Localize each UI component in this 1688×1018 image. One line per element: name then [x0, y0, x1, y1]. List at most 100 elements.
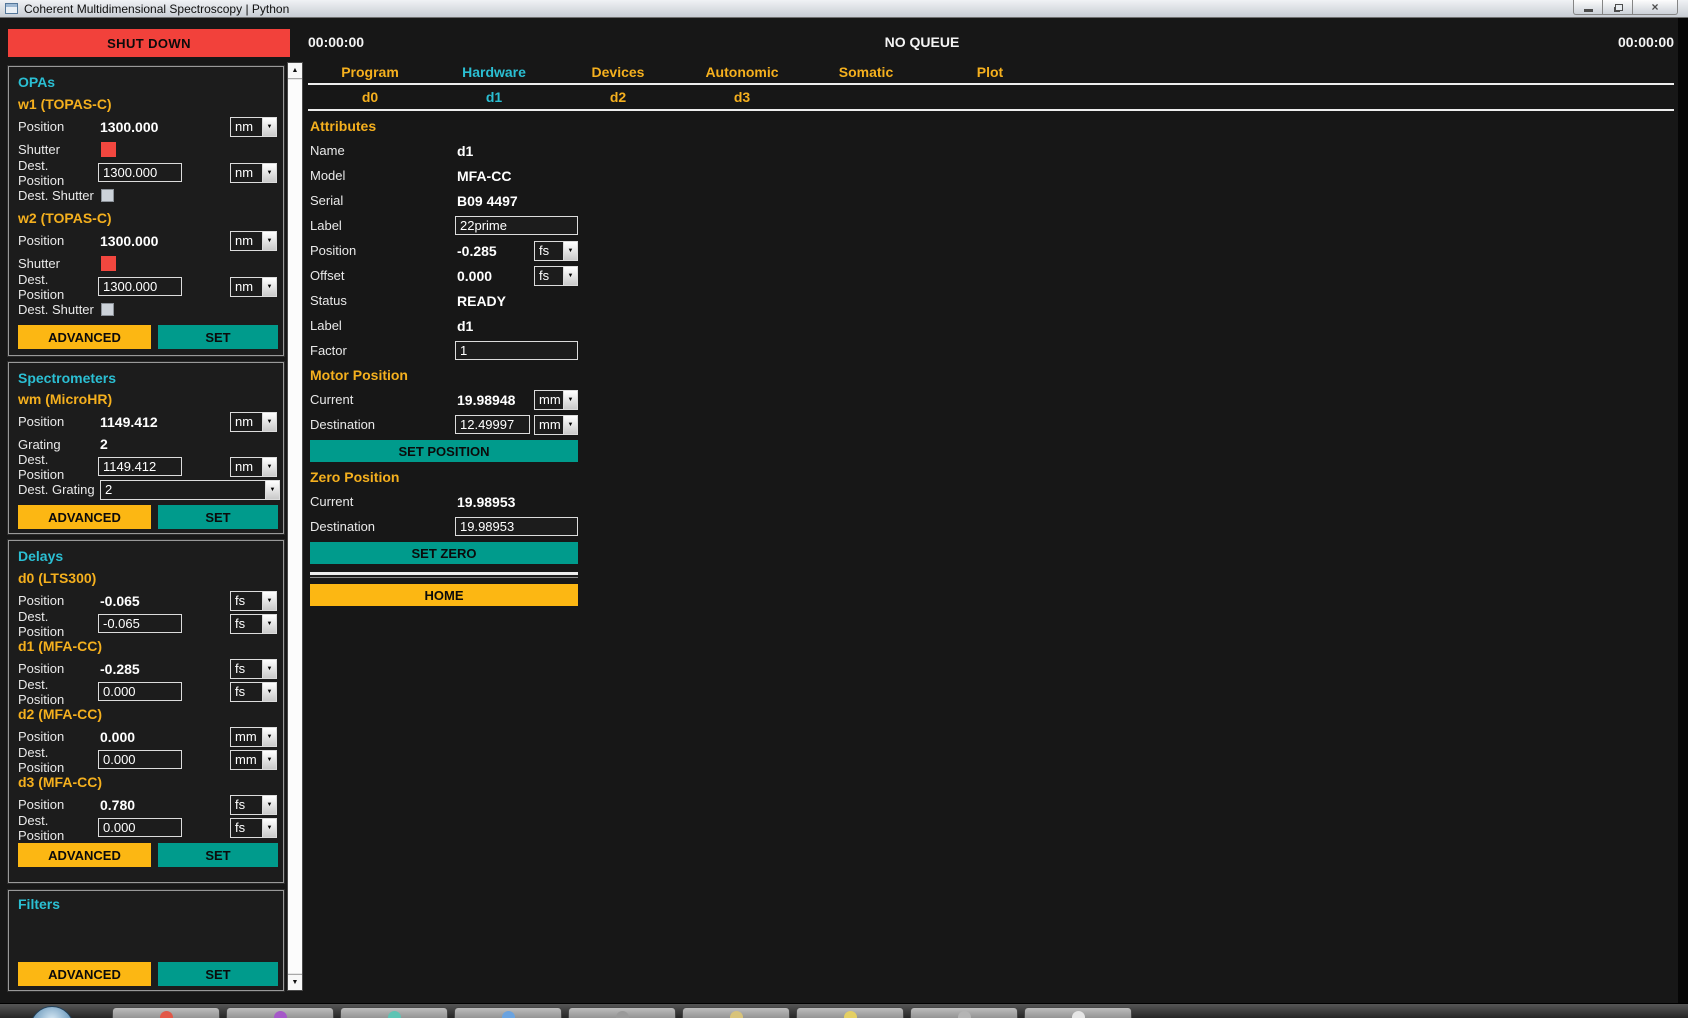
w1-dest-position-input[interactable]	[98, 163, 182, 182]
device-name-d2: d2 (MFA-CC)	[18, 703, 280, 725]
taskbar-button-2[interactable]	[226, 1007, 334, 1018]
delays-button-row: ADVANCED SET	[18, 843, 280, 867]
dest-position-label: Dest. Position	[18, 813, 98, 843]
dropdown-arrow-icon	[262, 592, 276, 610]
tab-devices[interactable]: Devices	[556, 62, 680, 83]
d0-dest-position-input[interactable]	[98, 614, 182, 633]
set-position-button[interactable]: SET POSITION	[310, 440, 578, 462]
model-label: Model	[310, 168, 455, 183]
wm-position-units-select[interactable]: nm	[230, 412, 277, 432]
tab-autonomic[interactable]: Autonomic	[680, 62, 804, 83]
motor-current-units-select[interactable]: mm	[534, 390, 578, 410]
taskbar-button-7[interactable]	[796, 1007, 904, 1018]
factor-input[interactable]	[455, 341, 578, 360]
label-input[interactable]	[455, 216, 578, 235]
opas-set-button[interactable]: SET	[158, 325, 278, 349]
delays-panel: Delays d0 (LTS300) Position -0.065 fs De…	[8, 540, 284, 883]
shut-down-button[interactable]: SHUT DOWN	[8, 29, 290, 57]
d1-position-units-select[interactable]: fs	[230, 659, 277, 679]
taskbar-button-4[interactable]	[454, 1007, 562, 1018]
taskbar-button-1[interactable]	[112, 1007, 220, 1018]
tab-plot[interactable]: Plot	[928, 62, 1052, 83]
d0-dest-units-select[interactable]: fs	[230, 614, 277, 634]
opas-advanced-button[interactable]: ADVANCED	[18, 325, 151, 349]
dropdown-arrow-icon	[262, 413, 276, 431]
d1-dest-position-input[interactable]	[98, 682, 182, 701]
minimize-button[interactable]	[1573, 0, 1603, 15]
filters-advanced-button[interactable]: ADVANCED	[18, 962, 151, 986]
filters-set-button[interactable]: SET	[158, 962, 278, 986]
spectrometers-set-button[interactable]: SET	[158, 505, 278, 529]
taskbar-button-5[interactable]	[568, 1007, 676, 1018]
spectrometers-panel-title: Spectrometers	[18, 367, 280, 389]
motor-destination-units-select[interactable]: mm	[534, 415, 578, 435]
dest-shutter-label: Dest. Shutter	[18, 302, 98, 317]
w2-position-units-value: nm	[231, 232, 262, 250]
grating-label: Grating	[18, 437, 98, 452]
window-titlebar: Coherent Multidimensional Spectroscopy |…	[0, 0, 1688, 18]
d2-position-units-select[interactable]: mm	[230, 727, 277, 747]
scroll-down-icon[interactable]	[288, 974, 302, 990]
w2-dest-shutter-row: Dest. Shutter	[18, 298, 280, 321]
status-value: READY	[455, 293, 506, 309]
w2-dest-units-select[interactable]: nm	[230, 277, 277, 297]
current-label: Current	[310, 494, 455, 509]
w2-dest-position-input[interactable]	[98, 277, 182, 296]
label2-value: d1	[455, 318, 473, 334]
dropdown-arrow-icon	[265, 481, 279, 499]
factor-label: Factor	[310, 343, 455, 358]
zero-destination-input[interactable]	[455, 517, 578, 536]
restore-button[interactable]	[1603, 0, 1633, 15]
d2-dest-units-select[interactable]: mm	[230, 750, 277, 770]
taskbar-button-8[interactable]	[910, 1007, 1018, 1018]
d1-dest-units-select[interactable]: fs	[230, 682, 277, 702]
d3-dest-position-input[interactable]	[98, 818, 182, 837]
tab-somatic[interactable]: Somatic	[804, 62, 928, 83]
d3-dest-units-select[interactable]: fs	[230, 818, 277, 838]
tab-program[interactable]: Program	[308, 62, 432, 83]
close-button[interactable]: ×	[1633, 0, 1678, 15]
taskbar-button-6[interactable]	[682, 1007, 790, 1018]
zero-destination-row: Destination	[310, 514, 578, 539]
w1-position-units-select[interactable]: nm	[230, 117, 277, 137]
scrollbar-thumb[interactable]	[288, 80, 302, 973]
position-units-select[interactable]: fs	[534, 241, 578, 261]
app-icon	[844, 1011, 857, 1018]
dest-shutter-label: Dest. Shutter	[18, 188, 98, 203]
subtab-d3[interactable]: d3	[680, 87, 804, 108]
motor-destination-input[interactable]	[455, 415, 530, 434]
hardware-subtab-bar: d0 d1 d2 d3	[308, 87, 804, 108]
taskbar-button-3[interactable]	[340, 1007, 448, 1018]
offset-units-select[interactable]: fs	[534, 266, 578, 286]
dropdown-arrow-icon	[262, 660, 276, 678]
start-menu-icon[interactable]	[30, 1006, 74, 1018]
subtab-d1[interactable]: d1	[432, 87, 556, 108]
w2-position-units-select[interactable]: nm	[230, 231, 277, 251]
filters-panel-title: Filters	[18, 895, 280, 914]
delays-set-button[interactable]: SET	[158, 843, 278, 867]
wm-dest-grating-select[interactable]: 2	[100, 480, 280, 500]
w1-dest-shutter-checkbox[interactable]	[101, 189, 114, 202]
wm-dest-position-input[interactable]	[98, 457, 182, 476]
dropdown-arrow-icon	[262, 751, 276, 769]
d3-position-units-select[interactable]: fs	[230, 795, 277, 815]
sidebar-scrollbar[interactable]	[287, 62, 303, 991]
delays-advanced-button[interactable]: ADVANCED	[18, 843, 151, 867]
w2-dest-shutter-checkbox[interactable]	[101, 303, 114, 316]
w1-dest-units-select[interactable]: nm	[230, 163, 277, 183]
motor-current-units-value: mm	[535, 391, 563, 409]
subtab-d0[interactable]: d0	[308, 87, 432, 108]
tab-hardware[interactable]: Hardware	[432, 62, 556, 83]
scroll-up-icon[interactable]	[288, 63, 302, 79]
home-button[interactable]: HOME	[310, 584, 578, 606]
filters-spacer	[18, 914, 280, 958]
spectrometers-advanced-button[interactable]: ADVANCED	[18, 505, 151, 529]
set-zero-button[interactable]: SET ZERO	[310, 542, 578, 564]
taskbar-button-9[interactable]	[1024, 1007, 1132, 1018]
dropdown-arrow-icon	[262, 683, 276, 701]
d0-position-units-select[interactable]: fs	[230, 591, 277, 611]
d2-dest-position-input[interactable]	[98, 750, 182, 769]
d3-dest-position-row: Dest. Position fs	[18, 816, 280, 839]
subtab-d2[interactable]: d2	[556, 87, 680, 108]
wm-dest-units-select[interactable]: nm	[230, 457, 277, 477]
